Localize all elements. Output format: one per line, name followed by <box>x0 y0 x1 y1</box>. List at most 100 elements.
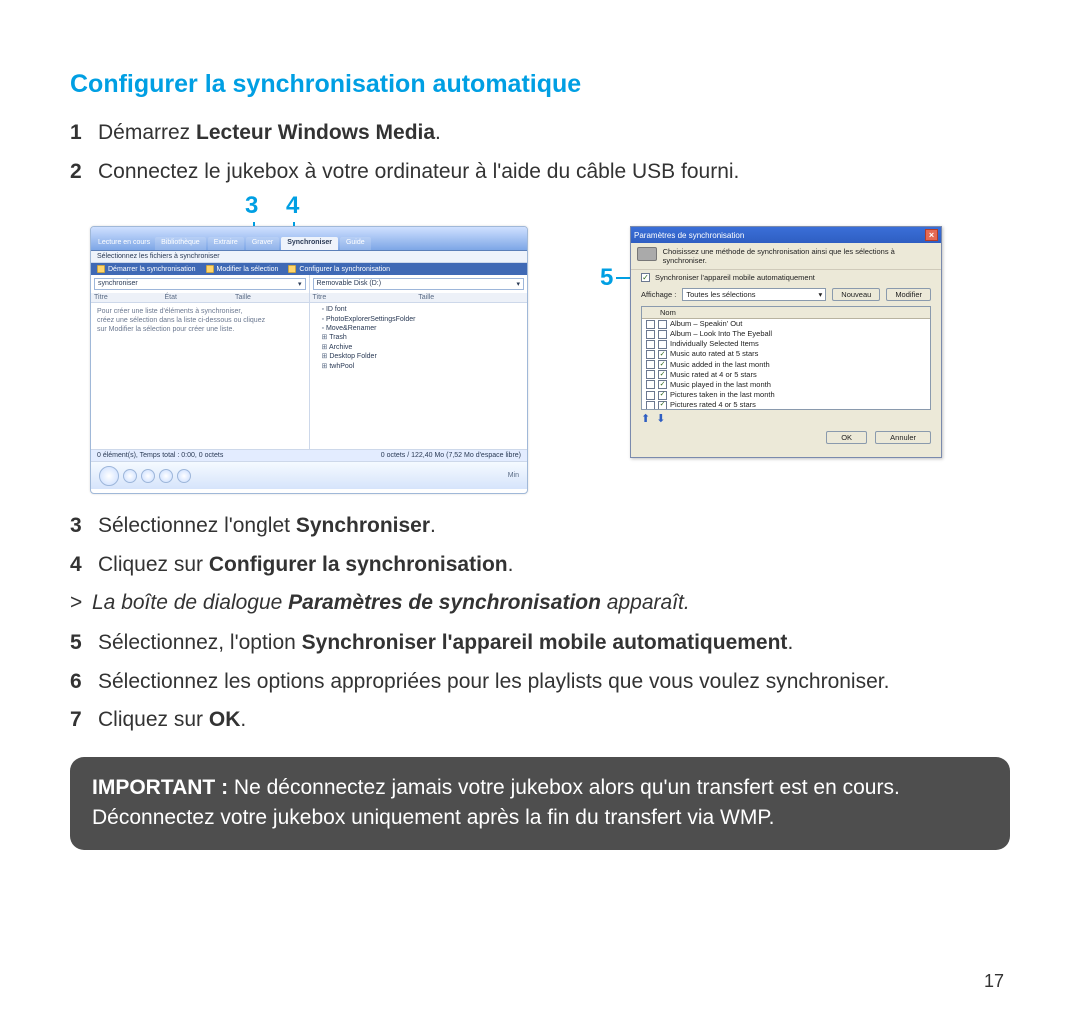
list-label: Album – Speakin' Out <box>670 319 742 329</box>
list-item[interactable]: ✓Music added in the last month <box>642 360 930 370</box>
stop-button-icon[interactable] <box>123 469 137 483</box>
tag-icon <box>658 340 667 349</box>
checkbox-icon[interactable] <box>646 350 655 359</box>
wmp-tab-burn[interactable]: Graver <box>246 237 279 250</box>
edit-button[interactable]: Modifier <box>886 288 931 301</box>
hint-line: sur Modifier la sélection pour créer une… <box>97 325 303 334</box>
step-text-bold: OK <box>209 708 241 731</box>
tag-icon <box>658 320 667 329</box>
wmp-statusbar: 0 élément(s), Temps total : 0:00, 0 octe… <box>91 449 527 461</box>
hint-line: Pour créer une liste d'éléments à synchr… <box>97 307 303 316</box>
list-label: Music added in the last month <box>670 360 770 370</box>
list-item[interactable]: ✓Pictures rated 4 or 5 stars <box>642 400 930 410</box>
list-item[interactable]: Album – Speakin' Out <box>642 319 930 329</box>
step-number: 7 <box>70 704 92 737</box>
step-text-part: Sélectionnez l'onglet <box>98 514 296 537</box>
wmp-tab-library[interactable]: Bibliothèque <box>155 237 206 250</box>
callout-3: 3 <box>245 192 258 220</box>
ok-button[interactable]: OK <box>826 431 867 444</box>
result-marker: > <box>70 591 92 615</box>
steps-list: 1 Démarrez Lecteur Windows Media. 2 Conn… <box>70 117 1010 188</box>
result-text-part: apparaît. <box>601 591 690 614</box>
list-item[interactable]: ✓Pictures taken in the last month <box>642 390 930 400</box>
list-item[interactable]: ✓Music played in the last month <box>642 380 930 390</box>
play-button-icon[interactable] <box>99 466 119 486</box>
wmp-body: synchroniser▾ TitreÉtatTaille Pour créer… <box>91 275 527 449</box>
wmp-tab-guide[interactable]: Guide <box>340 237 371 250</box>
wmp-tab-rip[interactable]: Extraire <box>208 237 244 250</box>
checkbox-icon[interactable] <box>646 330 655 339</box>
step-2: 2 Connectez le jukebox à votre ordinateu… <box>70 156 1010 189</box>
result-text-part: La boîte de dialogue <box>92 591 288 614</box>
important-label: IMPORTANT : <box>92 776 228 799</box>
checkbox-icon[interactable] <box>646 340 655 349</box>
move-down-icon[interactable]: ⬇ <box>656 412 665 425</box>
checkbox-icon[interactable] <box>646 380 655 389</box>
dialog-titlebar: Paramètres de synchronisation × <box>631 227 941 243</box>
list-item[interactable]: ✓Music rated at 4 or 5 stars <box>642 370 930 380</box>
result-text: La boîte de dialogue Paramètres de synch… <box>92 591 690 615</box>
tag-icon: ✓ <box>658 350 667 359</box>
list-item[interactable]: Album – Look Into The Eyeball <box>642 329 930 339</box>
wmp-crumb-start[interactable]: Démarrer la synchronisation <box>97 265 196 273</box>
important-line-1: Ne déconnectez jamais votre jukebox alor… <box>228 776 900 799</box>
mute-button-icon[interactable] <box>177 469 191 483</box>
new-button[interactable]: Nouveau <box>832 288 880 301</box>
list-header: Nom <box>642 307 930 319</box>
col-header: Taille <box>235 294 306 301</box>
crumb-label: Configurer la synchronisation <box>299 266 390 273</box>
wmp-crumb-config[interactable]: Configurer la synchronisation <box>288 265 390 273</box>
steps-list-2: 3 Sélectionnez l'onglet Synchroniser. 4 … <box>70 510 1010 581</box>
option-label: Synchroniser l'appareil mobile automatiq… <box>655 273 815 282</box>
checkbox-icon[interactable] <box>646 401 655 410</box>
page-number: 17 <box>984 971 1004 992</box>
tree-item[interactable]: twhPool <box>316 362 522 371</box>
col-header: État <box>165 294 236 301</box>
tree-item[interactable]: Move&Renamer <box>316 324 522 333</box>
auto-sync-option[interactable]: ✓ Synchroniser l'appareil mobile automat… <box>631 270 941 285</box>
step-text-part: . <box>430 514 436 537</box>
prev-button-icon[interactable] <box>141 469 155 483</box>
next-button-icon[interactable] <box>159 469 173 483</box>
tree-item[interactable]: PhotoExplorerSettingsFolder <box>316 315 522 324</box>
list-item[interactable]: Individually Selected Items <box>642 339 930 349</box>
display-combo[interactable]: Toutes les sélections▾ <box>682 288 826 301</box>
wmp-tab-sync[interactable]: Synchroniser <box>281 237 338 250</box>
checkbox-icon[interactable] <box>646 320 655 329</box>
reorder-arrows: ⬆ ⬇ <box>631 412 941 429</box>
list-label: Individually Selected Items <box>670 339 759 349</box>
move-up-icon[interactable]: ⬆ <box>641 412 650 425</box>
tree-item[interactable]: Archive <box>316 343 522 352</box>
step-text-part: Démarrez <box>98 121 196 144</box>
result-text-bold: Paramètres de synchronisation <box>288 591 601 614</box>
tree-item[interactable]: Desktop Folder <box>316 352 522 361</box>
step-1: 1 Démarrez Lecteur Windows Media. <box>70 117 1010 150</box>
cancel-button[interactable]: Annuler <box>875 431 931 444</box>
checkbox-icon[interactable] <box>646 391 655 400</box>
checkbox-icon[interactable] <box>646 360 655 369</box>
step-number: 3 <box>70 510 92 543</box>
tag-icon <box>658 330 667 339</box>
tree-item[interactable]: Trash <box>316 333 522 342</box>
wmp-left-columns: TitreÉtatTaille <box>91 293 309 303</box>
status-right: 0 octets / 122,40 Mo (7,52 Mo d'espace l… <box>381 452 521 459</box>
tree-item[interactable]: ID font <box>316 305 522 314</box>
wmp-right-dropdown[interactable]: Removable Disk (D:)▾ <box>313 278 525 290</box>
tag-icon: ✓ <box>658 370 667 379</box>
wmp-crumb-edit[interactable]: Modifier la sélection <box>206 265 279 273</box>
checkbox-icon[interactable]: ✓ <box>641 273 650 282</box>
checkbox-icon[interactable] <box>646 370 655 379</box>
wmp-left-dropdown[interactable]: synchroniser▾ <box>94 278 306 290</box>
status-left: 0 élément(s), Temps total : 0:00, 0 octe… <box>97 452 223 459</box>
figures-area: 3 4 5 Lecture en cours Bibliothèque Extr… <box>70 194 1010 494</box>
step-result: > La boîte de dialogue Paramètres de syn… <box>70 591 1010 615</box>
list-item[interactable]: ✓Music auto rated at 5 stars <box>642 349 930 359</box>
step-text: Sélectionnez l'onglet Synchroniser. <box>98 510 436 543</box>
col-header: Taille <box>418 294 524 301</box>
step-text: Connectez le jukebox à votre ordinateur … <box>98 156 739 189</box>
dialog-buttons: OK Annuler <box>631 429 941 448</box>
close-icon[interactable]: × <box>925 229 938 241</box>
list-label: Album – Look Into The Eyeball <box>670 329 772 339</box>
step-number: 6 <box>70 666 92 699</box>
step-7: 7 Cliquez sur OK. <box>70 704 1010 737</box>
